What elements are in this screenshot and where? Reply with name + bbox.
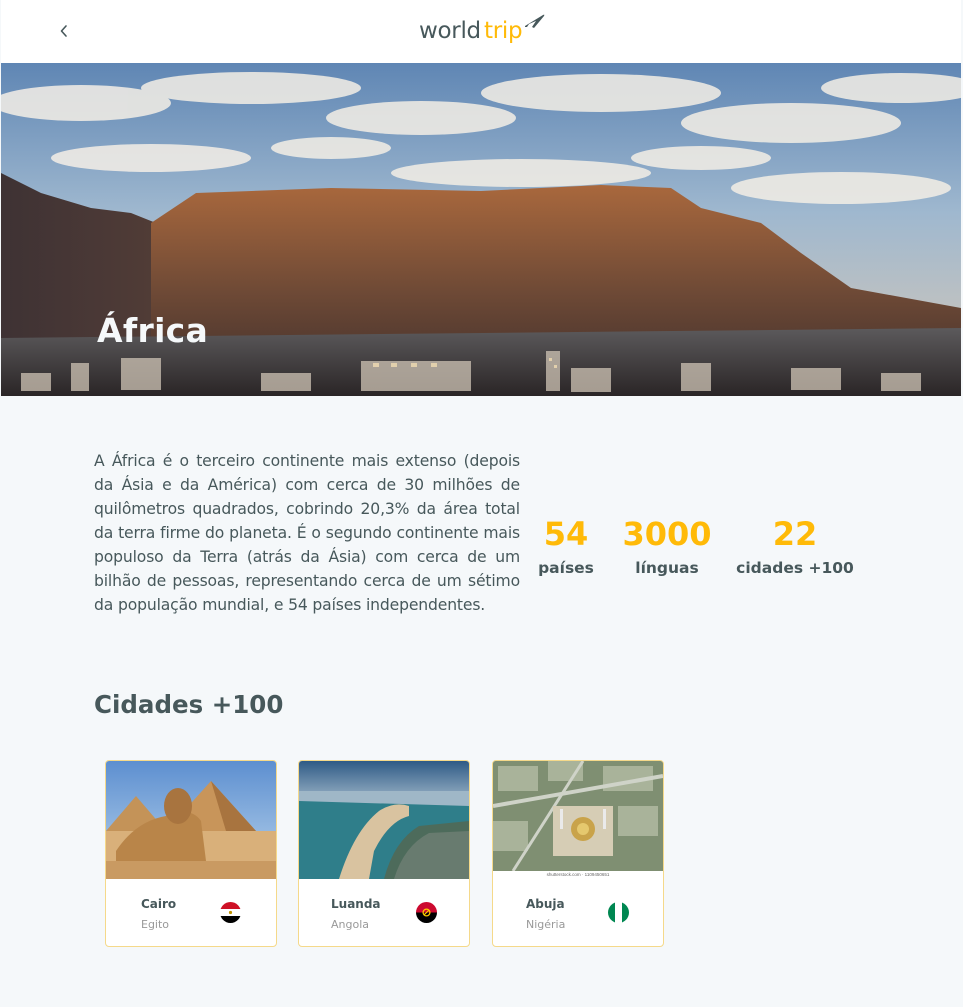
- city-name: Abuja: [526, 897, 565, 911]
- city-image: [106, 761, 276, 879]
- stat-value: 3000: [622, 515, 712, 553]
- city-card-abuja[interactable]: shutterstock.com · 1109450651 Abuja Nigé…: [492, 760, 664, 947]
- cities-section-title: Cidades +100: [94, 690, 284, 719]
- city-card-cairo[interactable]: Cairo Egito: [105, 760, 277, 947]
- logo-text-world: world: [419, 18, 481, 44]
- city-image: [493, 761, 663, 879]
- continent-title: África: [97, 311, 209, 350]
- angola-flag-icon: [416, 902, 437, 923]
- stat-label: línguas: [635, 559, 699, 577]
- image-caption: shutterstock.com · 1109450651: [546, 872, 610, 877]
- city-country: Egito: [141, 918, 170, 931]
- stat-label: países: [538, 559, 594, 577]
- logo-text-trip: trip: [484, 18, 523, 44]
- chevron-left-icon: [60, 25, 67, 37]
- continent-banner: África: [1, 63, 961, 396]
- back-button[interactable]: [53, 19, 75, 43]
- continent-description: A África é o terceiro continente mais ex…: [94, 452, 520, 614]
- city-card-luanda[interactable]: Luanda Angola: [298, 760, 470, 947]
- stat-countries: 54 países: [535, 515, 597, 581]
- city-name: Cairo: [141, 897, 177, 911]
- stat-languages: 3000 línguas: [622, 515, 712, 581]
- city-name: Luanda: [331, 897, 381, 911]
- nigeria-flag-icon: [608, 902, 629, 923]
- logo[interactable]: world trip: [419, 12, 549, 52]
- header: world trip: [1, 0, 961, 63]
- city-country: Nigéria: [526, 918, 566, 931]
- egypt-flag-icon: [220, 902, 241, 923]
- stat-value: 54: [543, 515, 589, 553]
- city-country: Angola: [331, 918, 370, 931]
- stat-label: cidades +100: [736, 559, 854, 577]
- city-image: [299, 761, 469, 879]
- airplane-icon: [525, 14, 545, 28]
- stat-value: 22: [772, 515, 818, 553]
- stat-cities: 22 cidades +100: [735, 515, 855, 581]
